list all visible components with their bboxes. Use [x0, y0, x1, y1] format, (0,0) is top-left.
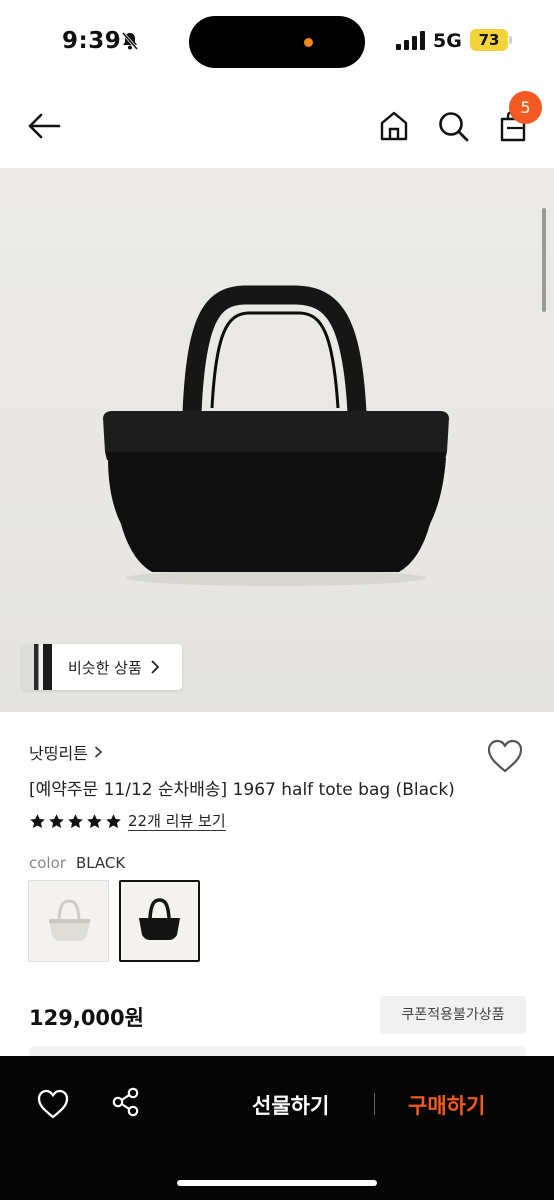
search-button[interactable]: [435, 108, 471, 144]
heart-icon[interactable]: [486, 738, 524, 774]
star-icon: [49, 814, 64, 829]
button-divider: [374, 1093, 375, 1115]
gift-button[interactable]: 선물하기: [252, 1090, 329, 1120]
home-indicator[interactable]: [177, 1180, 377, 1186]
top-navigation: [0, 84, 554, 168]
home-icon: [380, 111, 408, 141]
product-image-viewer[interactable]: 비슷한 상품: [0, 168, 554, 712]
similar-products-button[interactable]: 비슷한 상품: [22, 644, 182, 690]
star-icon: [68, 814, 83, 829]
back-button[interactable]: [26, 108, 62, 144]
similar-products-thumbnail: [22, 644, 52, 690]
image-scrollbar[interactable]: [542, 208, 546, 312]
buy-button[interactable]: 구매하기: [408, 1090, 485, 1120]
ivory-bag-thumbnail: [49, 899, 90, 941]
status-bar: 9:39 5G 73: [0, 0, 554, 84]
back-arrow-icon: [28, 113, 61, 139]
dynamic-island: [189, 16, 365, 68]
brand-link[interactable]: 낫띵리튼: [29, 740, 103, 764]
coupon-status-badge: 쿠폰적용불가상품: [380, 996, 526, 1034]
star-icon: [106, 814, 121, 829]
color-swatches: [28, 880, 200, 962]
status-time: 9:39: [62, 28, 122, 54]
share-icon[interactable]: [110, 1086, 142, 1118]
review-link[interactable]: 22개 리뷰 보기: [128, 812, 226, 831]
chevron-right-icon: [151, 660, 160, 674]
swatch-black[interactable]: [119, 880, 200, 962]
island-indicator: [304, 38, 313, 47]
star-icon: [30, 814, 45, 829]
battery-level: 73: [470, 29, 508, 51]
bell-off-icon: [121, 32, 139, 50]
star-icon: [87, 814, 102, 829]
heart-icon[interactable]: [36, 1088, 70, 1120]
brand-name: 낫띵리튼: [29, 744, 88, 763]
rating-row: 22개 리뷰 보기: [29, 812, 226, 831]
color-row: color BLACK: [29, 854, 125, 872]
product-title: [예약주문 11/12 순차배송] 1967 half tote bag (Bl…: [29, 780, 455, 800]
battery-cap: [509, 36, 512, 44]
search-icon: [439, 112, 469, 142]
bottom-action-bar: 선물하기 구매하기: [0, 1056, 554, 1200]
chevron-right-icon: [94, 746, 103, 758]
home-button[interactable]: [376, 108, 412, 144]
color-value: BLACK: [75, 854, 126, 872]
similar-products-label: 비슷한 상품: [68, 658, 142, 677]
network-type: 5G: [433, 30, 462, 52]
swatch-ivory[interactable]: [28, 880, 109, 962]
product-price: 129,000원: [29, 1006, 144, 1030]
signal-icon: [396, 31, 425, 50]
color-label: color: [29, 854, 66, 872]
star-rating: [29, 813, 122, 830]
black-bag-thumbnail: [139, 898, 180, 940]
product-image: [103, 285, 449, 586]
cart-count-badge: 5: [509, 91, 542, 124]
